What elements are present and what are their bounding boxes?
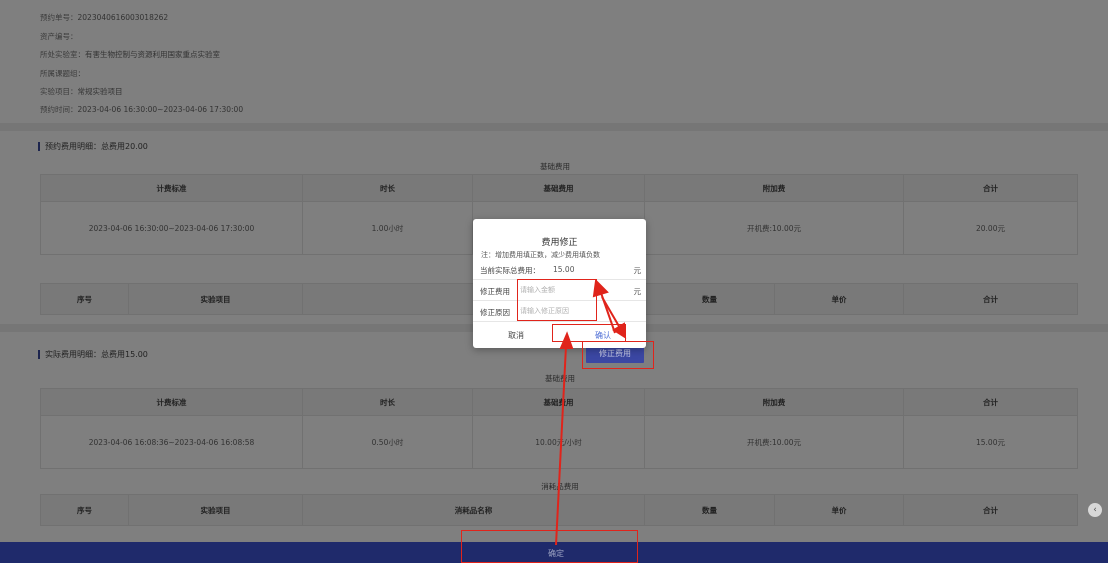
arrow-head <box>559 331 574 349</box>
arrow-head <box>592 278 609 298</box>
arrow-line <box>599 289 616 334</box>
arrow-head <box>612 322 627 339</box>
annotation-arrows <box>555 278 627 546</box>
arrow-line <box>555 345 567 546</box>
